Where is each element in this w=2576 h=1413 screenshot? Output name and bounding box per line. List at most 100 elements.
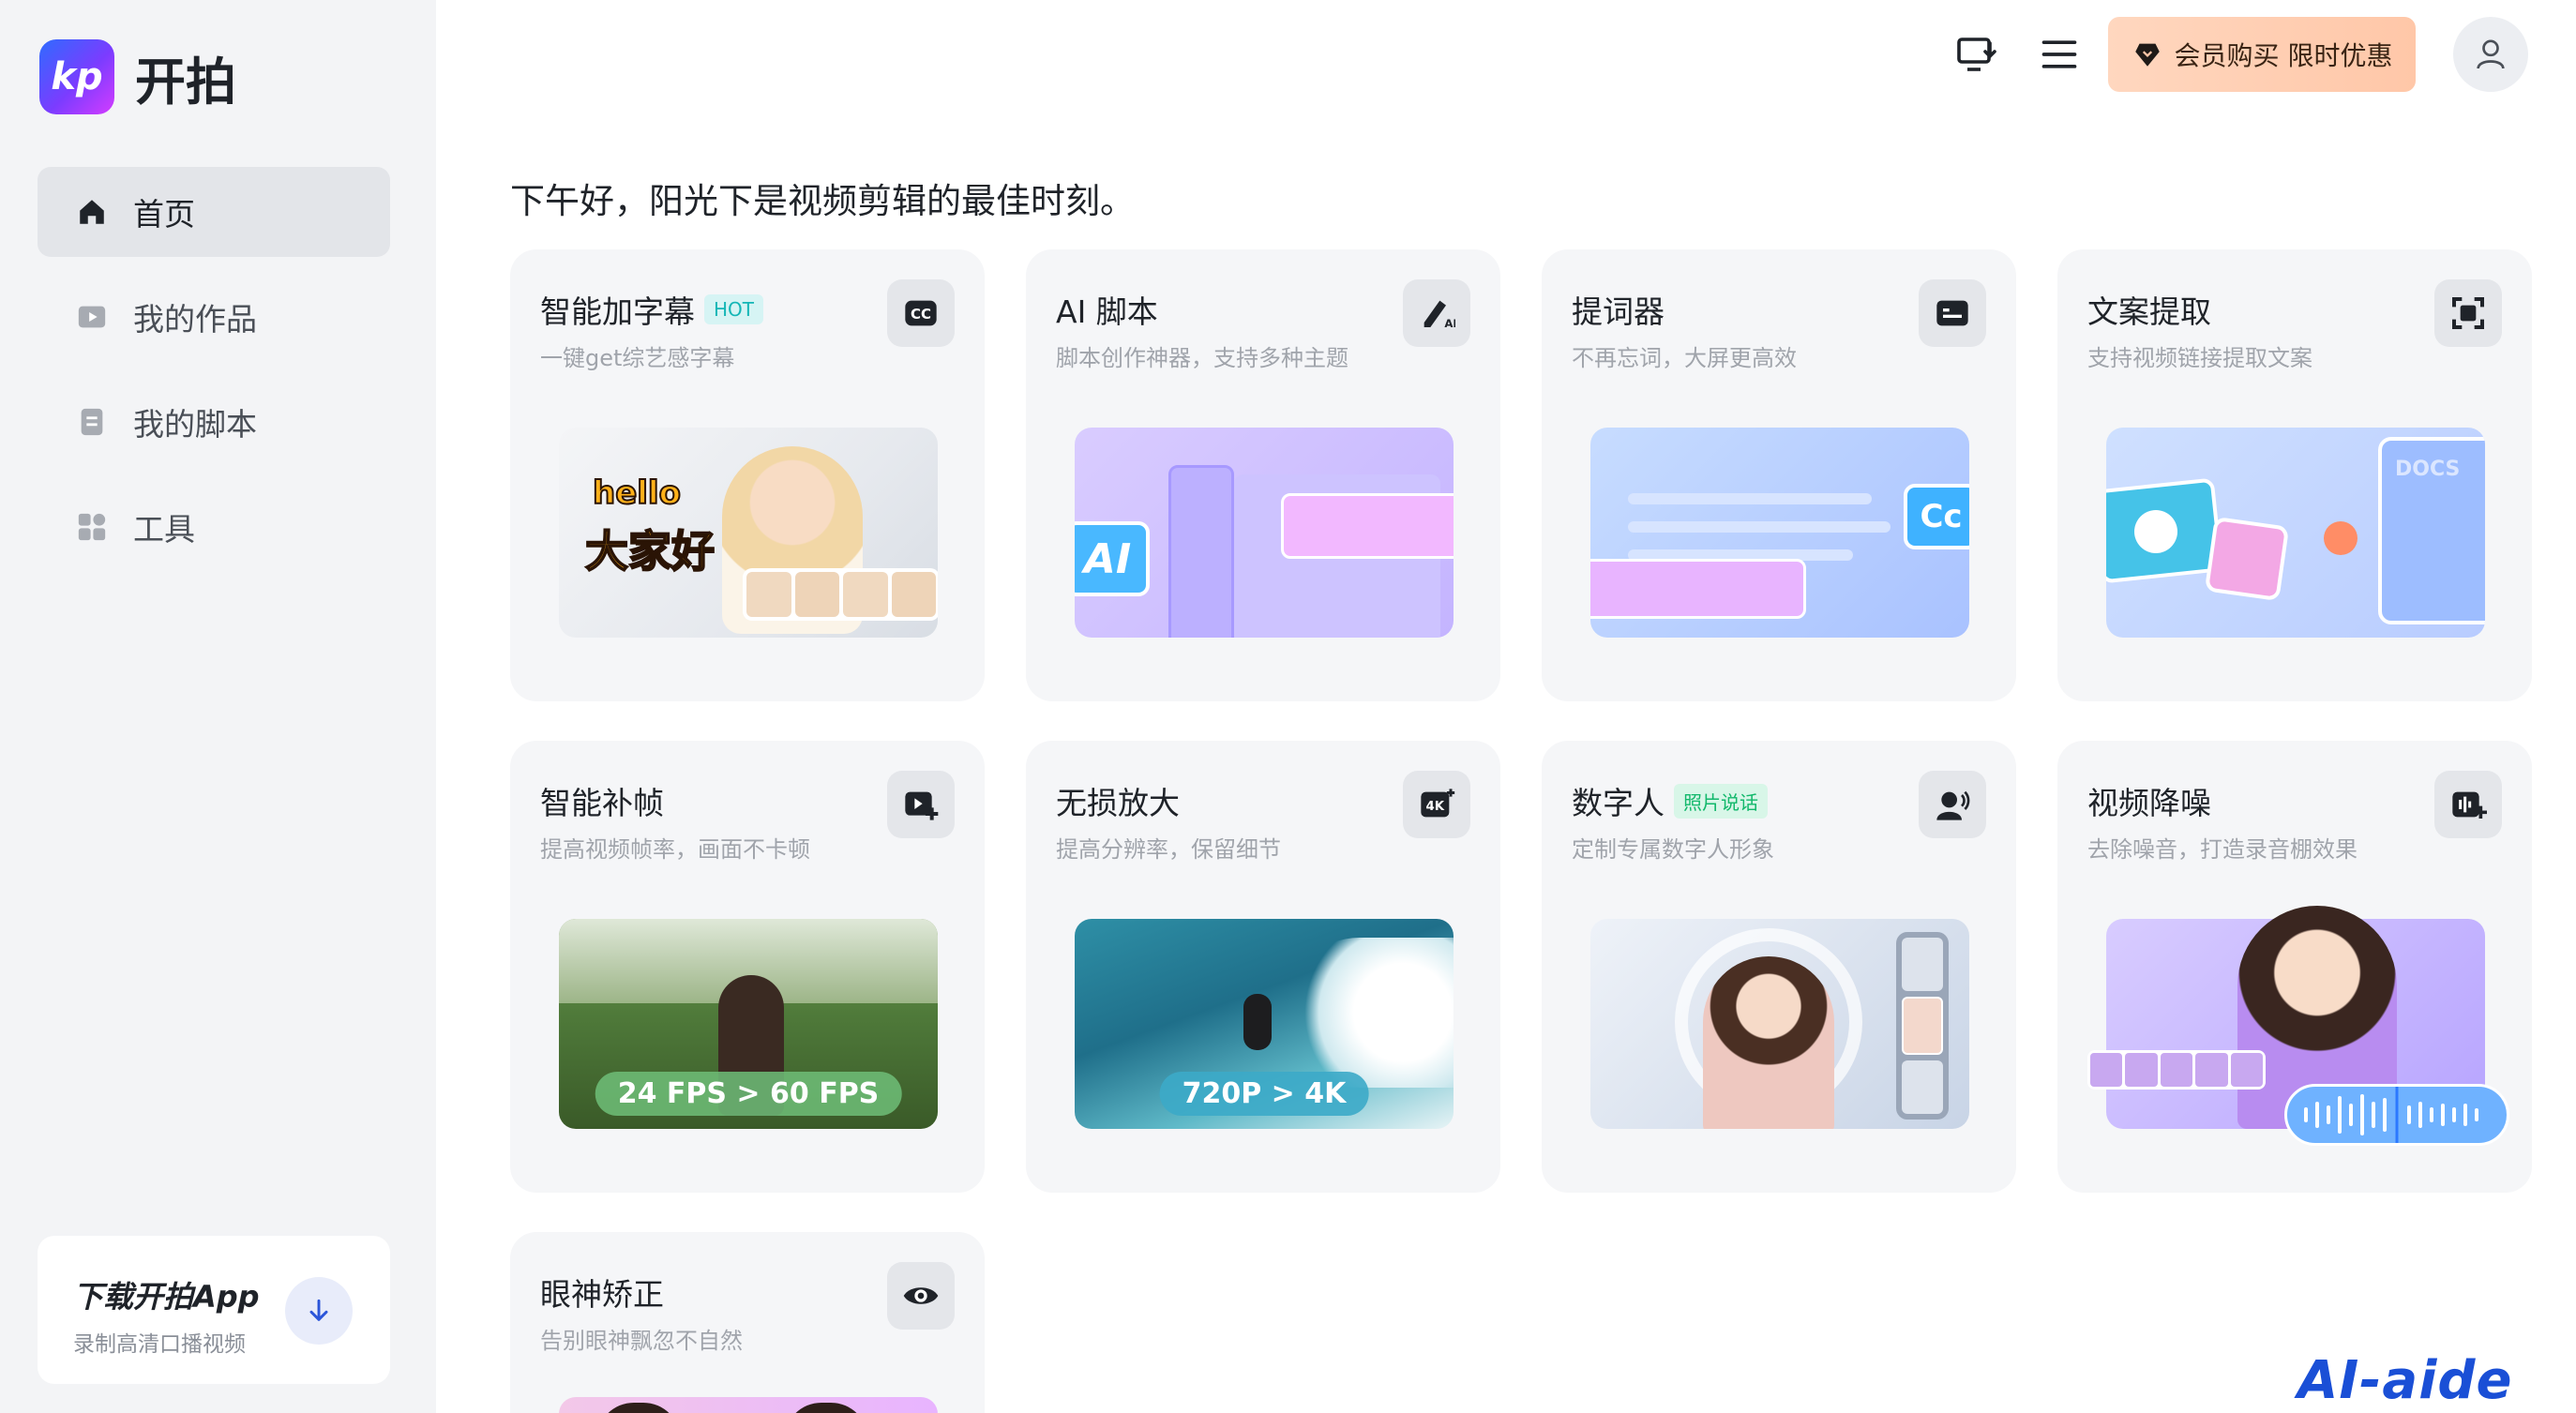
user-icon: [2477, 39, 2505, 69]
diamond-heart-icon: [2134, 43, 2160, 67]
thumb-text-hello: hello: [592, 474, 682, 513]
tool-title-text: 智能加字幕: [540, 293, 695, 330]
tool-card-title: 文案提取: [2087, 287, 2211, 332]
svg-text:CC: CC: [911, 306, 931, 323]
sidebar: kp 开拍 首页 我的作品 我的脚本 工具 下载开拍App 录制高清口播视频: [0, 0, 436, 1413]
sidebar-item-my-scripts[interactable]: 我的脚本: [38, 377, 390, 467]
sidebar-item-label: 首页: [133, 196, 195, 233]
monitor-download-icon: [1957, 38, 1996, 71]
document-icon: [75, 405, 109, 439]
app-name: 开拍: [135, 52, 236, 112]
frame-strip: [743, 568, 938, 621]
tool-card-subtitle: 支持视频链接提取文案: [2087, 345, 2312, 371]
logo-mark-icon: kp: [39, 39, 114, 114]
tool-thumbnail: DOCS: [2106, 428, 2485, 638]
tool-card-digital-human[interactable]: 数字人 照片说话 定制专属数字人形象: [1542, 741, 2016, 1193]
tool-title-text: 眼神矫正: [540, 1276, 664, 1313]
tool-thumbnail: hello 大家好: [559, 428, 938, 638]
video-plus-icon: [887, 771, 955, 838]
sidebar-nav: 首页 我的作品 我的脚本 工具: [38, 167, 390, 587]
tool-thumbnail: 24 FPS > 60 FPS: [559, 919, 938, 1129]
digital-human-photo: [1703, 956, 1834, 1129]
download-button[interactable]: [285, 1277, 353, 1345]
watermark-text: AI-aide: [2297, 1350, 2513, 1411]
ai-tile: AI: [1075, 521, 1150, 596]
tool-card-subtitle: 告别眼神飘忽不自然: [540, 1328, 743, 1354]
tool-card-title: 视频降噪: [2087, 778, 2211, 823]
fps-label: 24 FPS > 60 FPS: [595, 1072, 902, 1116]
tool-card-title: 眼神矫正: [540, 1270, 664, 1315]
tool-thumbnail: [2087, 906, 2509, 1146]
tool-card-title: 智能补帧: [540, 778, 664, 823]
tool-title-text: 无损放大: [1056, 785, 1180, 821]
docs-tile: DOCS: [2378, 437, 2485, 624]
tool-card-smart-subtitles[interactable]: 智能加字幕 HOT 一键get综艺感字幕 CC hello 大家好: [510, 249, 985, 701]
sidebar-item-label: 工具: [133, 511, 195, 548]
tool-card-subtitle: 脚本创作神器，支持多种主题: [1056, 345, 1348, 371]
sidebar-item-home[interactable]: 首页: [38, 167, 390, 257]
tool-card-subtitle: 提高视频帧率，画面不卡顿: [540, 836, 810, 863]
svg-text:4K: 4K: [1426, 800, 1445, 814]
sidebar-item-tools[interactable]: 工具: [38, 482, 390, 572]
tool-title-text: 视频降噪: [2087, 785, 2211, 821]
hot-badge: HOT: [704, 294, 763, 324]
menu-button[interactable]: [2033, 28, 2086, 81]
tool-card-teleprompter[interactable]: 提词器 不再忘词，大屏更高效 Cc: [1542, 249, 2016, 701]
tool-title-text: 提词器: [1572, 293, 1665, 330]
user-avatar[interactable]: [2453, 17, 2528, 92]
arrow-down-icon: [309, 1299, 328, 1321]
tool-card-title: 数字人 照片说话: [1572, 778, 1768, 823]
tool-card-ai-script[interactable]: AI 脚本 脚本创作神器，支持多种主题 AI AI: [1026, 249, 1500, 701]
hamburger-menu-icon: [2041, 40, 2077, 68]
download-monitor-button[interactable]: [1951, 28, 2003, 81]
tool-title-text: AI 脚本: [1056, 293, 1158, 330]
tool-title-text: 数字人: [1572, 785, 1665, 821]
tool-card-subtitle: 不再忘词，大屏更高效: [1572, 345, 1797, 371]
tool-card-title: AI 脚本: [1056, 287, 1158, 332]
tool-title-text: 文案提取: [2087, 293, 2211, 330]
tool-card-subtitle: 提高分辨率，保留细节: [1056, 836, 1281, 863]
cc-tile: Cc: [1904, 484, 1969, 549]
vip-purchase-label: 会员购买 限时优惠: [2174, 40, 2393, 71]
greeting-text: 下午好，阳光下是视频剪辑的最佳时刻。: [510, 181, 1135, 221]
tool-card-eye-correction[interactable]: 眼神矫正 告别眼神飘忽不自然: [510, 1232, 985, 1413]
tool-thumbnail: [1590, 919, 1969, 1129]
tool-card-upscale[interactable]: 无损放大 提高分辨率，保留细节 4K 720P > 4K: [1026, 741, 1500, 1193]
home-icon: [75, 195, 109, 229]
sidebar-item-my-works[interactable]: 我的作品: [38, 272, 390, 362]
avatar-speak-icon: [1919, 771, 1986, 838]
sidebar-item-label: 我的脚本: [133, 406, 257, 443]
teleprompter-icon: [1919, 279, 1986, 347]
vip-purchase-button[interactable]: 会员购买 限时优惠: [2108, 17, 2416, 92]
tool-card-frame-interpolation[interactable]: 智能补帧 提高视频帧率，画面不卡顿 24 FPS > 60 FPS: [510, 741, 985, 1193]
denoise-icon: [2434, 771, 2502, 838]
frame-strip: [2087, 1050, 2266, 1090]
tool-thumbnail: [559, 1397, 938, 1413]
thumb-text-greeting: 大家好: [584, 525, 716, 578]
play-icon: [75, 300, 109, 334]
tool-card-title: 无损放大: [1056, 778, 1180, 823]
tool-card-title: 提词器: [1572, 287, 1665, 332]
tool-thumbnail: Cc: [1590, 428, 1969, 638]
tool-card-subtitle: 一键get综艺感字幕: [540, 345, 735, 371]
tool-card-subtitle: 定制专属数字人形象: [1572, 836, 1774, 863]
grid-icon: [75, 510, 109, 544]
eye-icon: [887, 1262, 955, 1330]
sidebar-item-label: 我的作品: [133, 301, 257, 338]
tool-thumbnail: 720P > 4K: [1075, 919, 1454, 1129]
tool-thumbnail: AI: [1075, 428, 1454, 638]
tool-card-subtitle: 去除噪音，打造录音棚效果: [2087, 836, 2358, 863]
4k-icon: 4K: [1403, 771, 1470, 838]
surfer-photo: [1243, 994, 1272, 1050]
app-logo[interactable]: kp 开拍: [39, 39, 236, 114]
tool-card-text-extract[interactable]: 文案提取 支持视频链接提取文案 DOCS: [2057, 249, 2532, 701]
photo-talk-badge: 照片说话: [1674, 783, 1768, 819]
tool-card-title: 智能加字幕 HOT: [540, 287, 763, 332]
resolution-label: 720P > 4K: [1159, 1072, 1369, 1116]
ai-write-icon: AI: [1403, 279, 1470, 347]
tool-card-denoise[interactable]: 视频降噪 去除噪音，打造录音棚效果: [2057, 741, 2532, 1193]
download-app-card[interactable]: 下载开拍App 录制高清口播视频: [38, 1236, 390, 1384]
tool-title-text: 智能补帧: [540, 785, 664, 821]
scan-icon: [2434, 279, 2502, 347]
waveform-badge: [2284, 1084, 2509, 1146]
